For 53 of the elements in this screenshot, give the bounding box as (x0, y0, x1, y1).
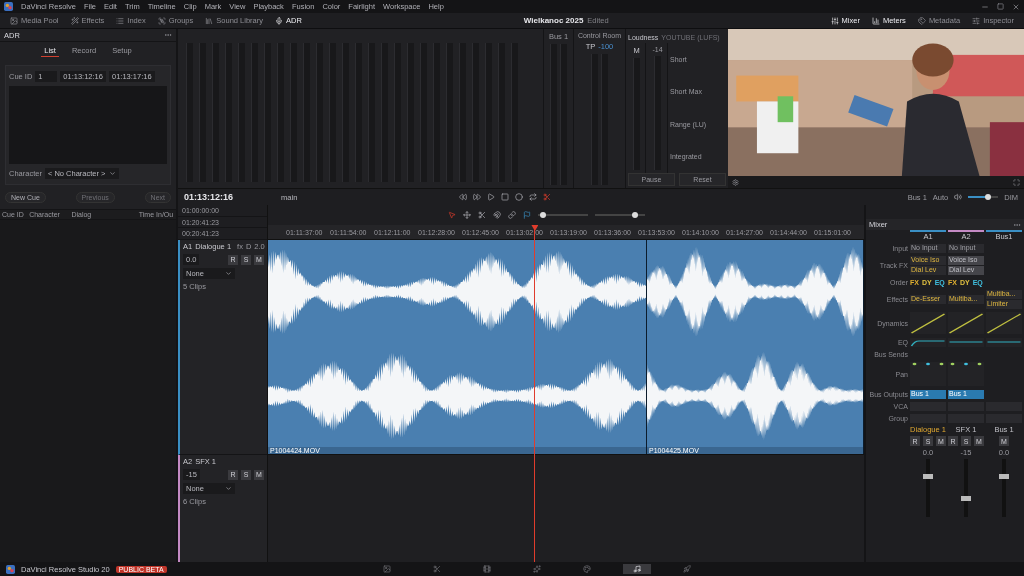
scissors-icon (432, 565, 441, 573)
sliders-icon (972, 16, 981, 25)
page-tab[interactable] (622, 564, 651, 574)
play-icon[interactable] (487, 193, 496, 201)
chevron-icon (225, 270, 232, 277)
list-icon (116, 16, 125, 25)
loop-icon[interactable] (529, 193, 538, 201)
dynamics-graph[interactable] (986, 312, 1022, 334)
tags-icon (917, 16, 926, 25)
fader-thumb[interactable] (961, 496, 971, 502)
record-icon[interactable] (515, 193, 524, 201)
pan-control[interactable] (948, 362, 984, 386)
fast-forward-icon[interactable] (473, 193, 482, 201)
group-icon (157, 16, 166, 25)
fader-thumb[interactable] (999, 474, 1009, 480)
palette-icon (582, 565, 591, 573)
timecode: 01:13:12:16 (184, 192, 234, 202)
wand-icon (70, 16, 79, 25)
rocket-icon (682, 565, 691, 573)
speaker-icon[interactable] (954, 193, 963, 201)
chevron-icon (109, 170, 117, 177)
film-icon (482, 565, 491, 573)
scissors-icon[interactable] (478, 211, 486, 219)
scissors-icon[interactable] (543, 193, 552, 201)
settings-icon[interactable] (732, 178, 739, 186)
more-icon[interactable] (164, 31, 172, 39)
move-icon[interactable] (463, 211, 471, 219)
magnet-icon[interactable] (493, 211, 501, 219)
app-logo (6, 564, 15, 574)
close-icon[interactable] (1012, 2, 1020, 11)
eq-graph[interactable] (910, 337, 946, 347)
flag-icon[interactable] (523, 211, 531, 219)
stop-icon[interactable] (501, 193, 510, 201)
music-note-icon (632, 565, 641, 573)
fader-thumb[interactable] (923, 474, 933, 480)
image-icon (10, 16, 18, 25)
link-icon[interactable] (508, 211, 516, 219)
rewind-icon[interactable] (459, 193, 468, 201)
maximize-icon[interactable] (997, 3, 1004, 10)
microphone-icon (275, 16, 283, 25)
dynamics-graph[interactable] (910, 312, 946, 334)
bar-chart-icon (871, 16, 880, 25)
app-logo (4, 2, 13, 11)
pan-control[interactable] (910, 362, 946, 386)
chevron-icon (225, 485, 232, 492)
library-icon (205, 16, 214, 25)
fullscreen-icon[interactable] (1013, 178, 1020, 186)
sparkles-icon (532, 565, 541, 573)
pointer-icon[interactable] (448, 211, 456, 219)
dynamics-graph[interactable] (948, 312, 984, 334)
sliders-icon (830, 16, 839, 25)
project-title: Wielkanoc 2025 (523, 16, 584, 25)
image-icon (382, 565, 391, 573)
